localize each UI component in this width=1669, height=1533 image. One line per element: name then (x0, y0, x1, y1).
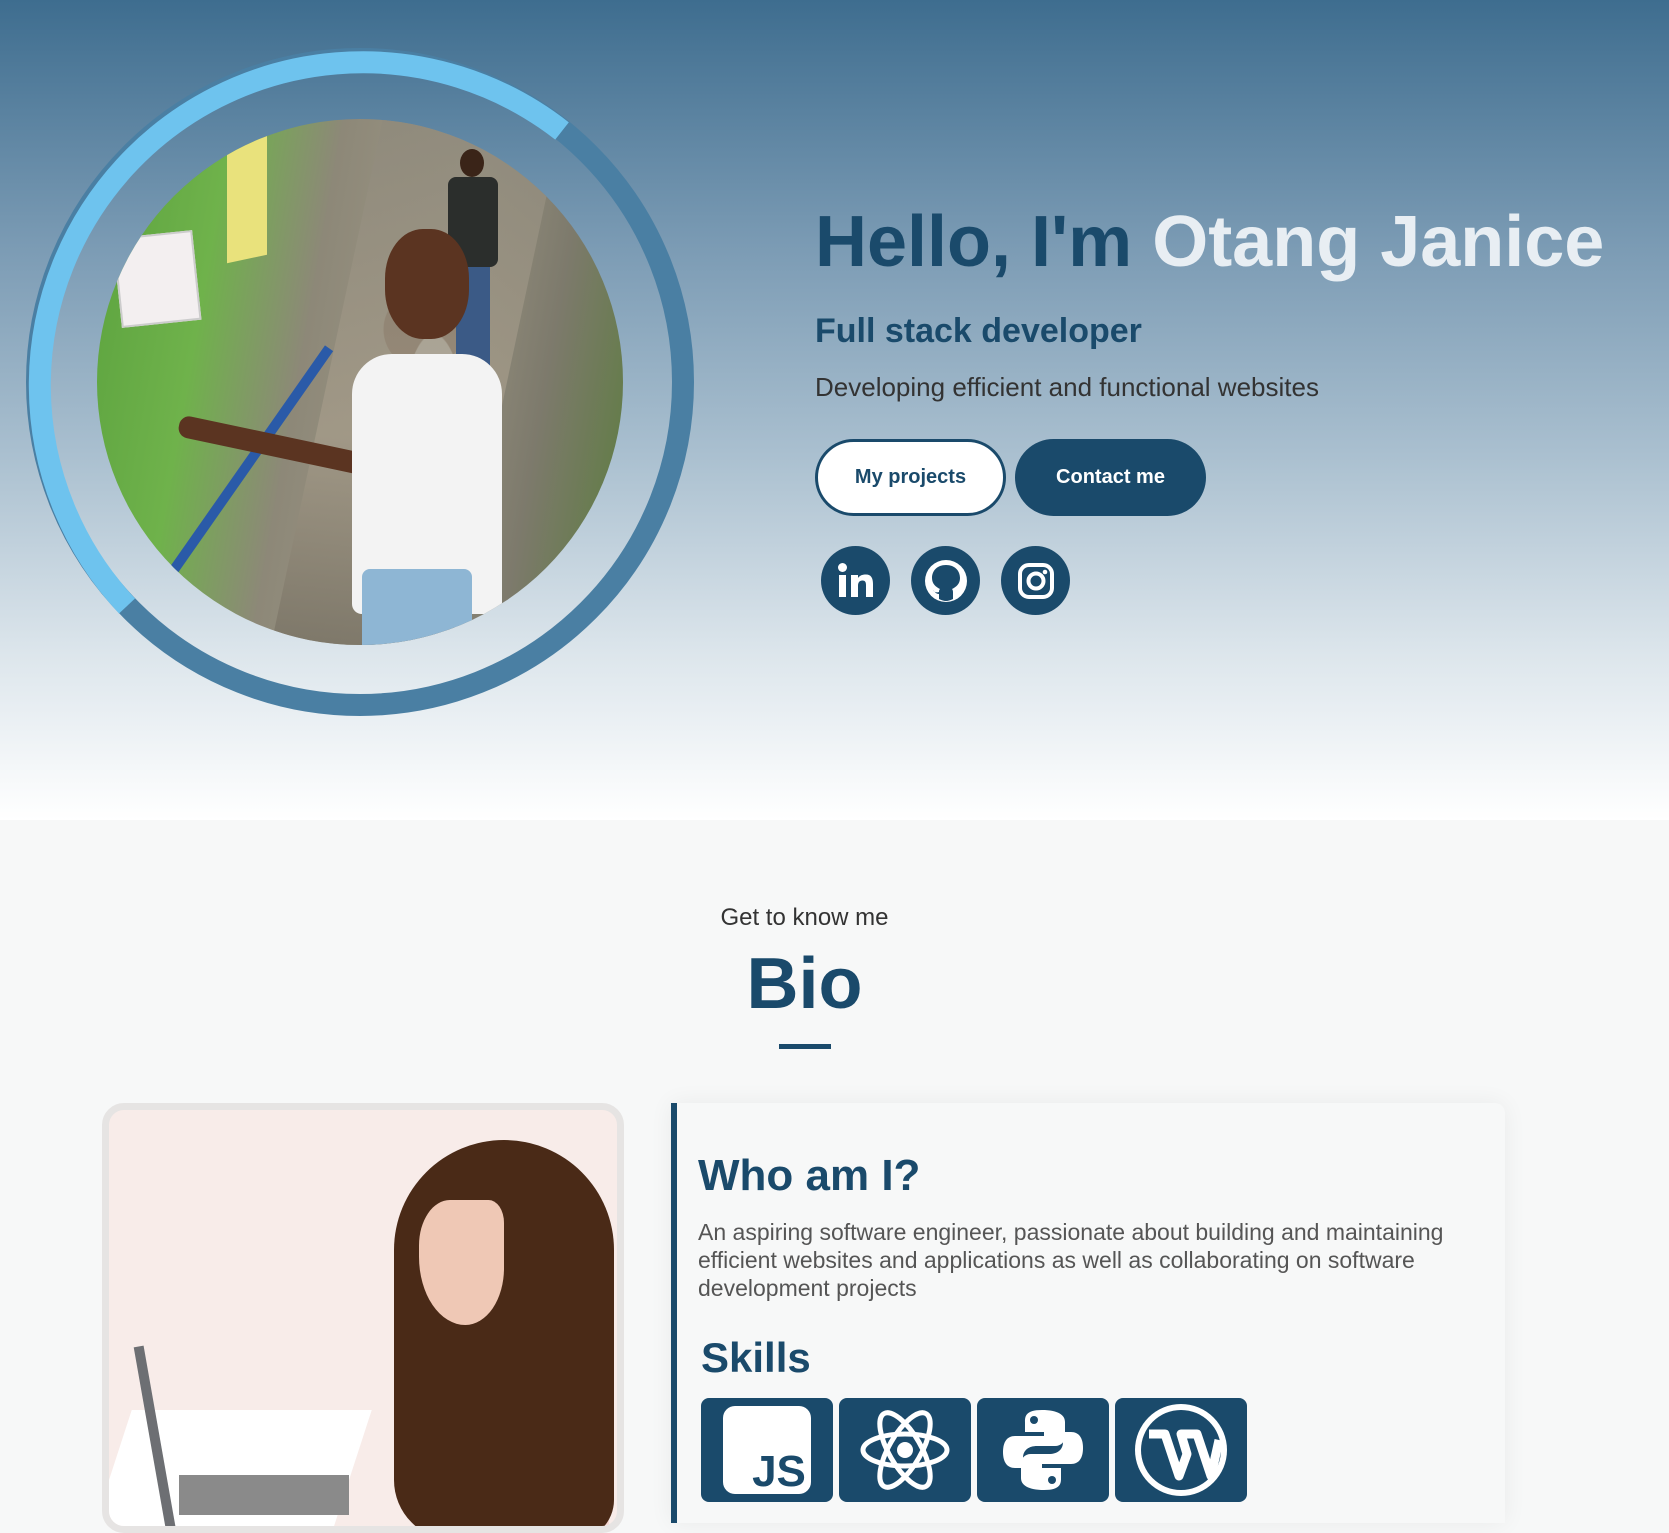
github-icon[interactable] (911, 546, 980, 615)
contact-me-button[interactable]: Contact me (1015, 439, 1206, 516)
wordpress-icon (1115, 1398, 1247, 1502)
python-icon (977, 1398, 1109, 1502)
instagram-icon[interactable] (1001, 546, 1070, 615)
role-title: Full stack developer (815, 312, 1142, 350)
title-underline (778, 1044, 831, 1049)
my-projects-button[interactable]: My projects (815, 439, 1006, 516)
tagline: Developing efficient and functional webs… (815, 372, 1319, 402)
who-am-i-heading: Who am I? (698, 1151, 921, 1200)
greeting-text: Hello, I'm (815, 202, 1133, 282)
javascript-icon: JS (701, 1398, 833, 1502)
linkedin-icon[interactable] (821, 546, 890, 615)
bio-card: Who am I? An aspiring software engineer,… (671, 1103, 1505, 1523)
bio-title: Bio (746, 944, 863, 1024)
profile-photo (97, 119, 623, 645)
hero-section: Hello, I'm Otang Janice Full stack devel… (0, 0, 1669, 820)
skills-list: JS (701, 1398, 1247, 1502)
skills-heading: Skills (701, 1334, 811, 1381)
react-icon (839, 1398, 971, 1502)
bio-eyebrow: Get to know me (720, 904, 889, 931)
about-text: An aspiring software engineer, passionat… (698, 1219, 1444, 1301)
profile-photo-frame (24, 46, 696, 718)
hero-buttons: My projects Contact me (815, 439, 1206, 516)
bio-header: Get to know me Bio (0, 900, 1609, 1049)
bio-illustration (102, 1103, 624, 1533)
intro: Hello, I'm Otang Janice Full stack devel… (815, 200, 1635, 403)
name-text: Otang Janice (1152, 202, 1605, 282)
social-links (821, 546, 1070, 615)
hero-heading: Hello, I'm Otang Janice (815, 200, 1635, 284)
svg-text:JS: JS (752, 1447, 806, 1496)
